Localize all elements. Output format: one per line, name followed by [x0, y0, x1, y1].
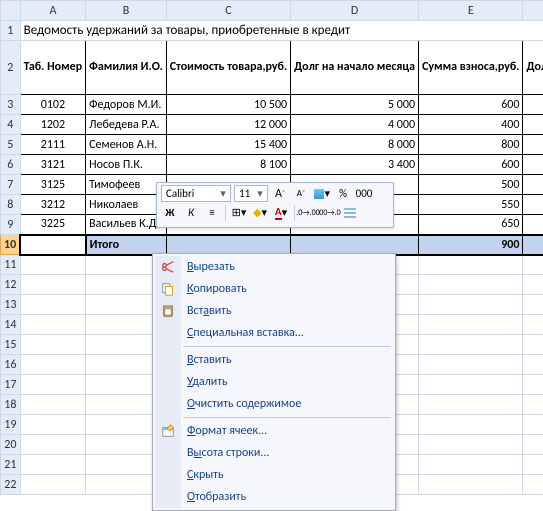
ctx-item-5[interactable]: Вставить — [155, 349, 393, 371]
bold-button[interactable]: Ж — [161, 204, 179, 221]
row-header-11[interactable]: 11 — [1, 255, 21, 275]
ctx-item-0[interactable]: Вырезать — [155, 256, 393, 278]
th-cost[interactable]: Стоимость товара,руб. — [166, 41, 290, 95]
title-cell[interactable]: Ведомость удержаний за товары, приобрете… — [20, 21, 543, 41]
blank-icon — [160, 467, 176, 483]
ctx-item-9[interactable]: Формат ячеек... — [155, 420, 393, 442]
blank-icon — [160, 396, 176, 412]
row-header-14[interactable]: 14 — [1, 315, 21, 335]
row-header-3[interactable]: 3 — [1, 95, 21, 115]
row-header-15[interactable]: 15 — [1, 335, 21, 355]
ctx-label: Вырезать — [187, 260, 235, 274]
ctx-label: Отобразить — [187, 490, 246, 504]
ctx-label: Скрыть — [187, 468, 224, 482]
select-all-corner[interactable] — [1, 1, 21, 21]
total-end[interactable]: 103 250 — [523, 235, 543, 255]
row-header-21[interactable]: 21 — [1, 455, 21, 475]
ctx-label: Вставить — [187, 304, 232, 318]
mini-toolbar: Calibri ▾ 11 ▾ Aˆ Aˇ ▾ % 000 Ж К ≡ ⊞▾ ◆▾… — [156, 182, 394, 228]
row-header-16[interactable]: 16 — [1, 355, 21, 375]
col-header-E[interactable]: E — [419, 1, 523, 21]
ctx-label: Копировать — [187, 282, 247, 296]
row-header-6[interactable]: 6 — [1, 155, 21, 175]
chevron-down-icon[interactable]: ▾ — [255, 187, 265, 200]
row-header-8[interactable]: 8 — [1, 195, 21, 215]
col-header-A[interactable]: A — [20, 1, 85, 21]
row-header-1[interactable]: 1 — [1, 21, 21, 41]
ctx-label: Вставить — [187, 353, 232, 367]
row-header-5[interactable]: 5 — [1, 135, 21, 155]
th-end[interactable]: Долг на конец месяца — [523, 41, 543, 95]
row-header-12[interactable]: 12 — [1, 275, 21, 295]
row-header-18[interactable]: 18 — [1, 395, 21, 415]
context-menu: Вырезать Копировать Вставить Специальная вс… — [152, 253, 396, 511]
blank-icon — [160, 352, 176, 368]
th-pay[interactable]: Сумма взноса,руб. — [419, 41, 523, 95]
ctx-item-2[interactable]: Вставить — [155, 300, 393, 322]
align-center-button[interactable]: ≡ — [203, 204, 221, 221]
th-name[interactable]: Фамилия И.О. — [86, 41, 167, 95]
paste-icon — [160, 303, 176, 319]
th-num[interactable]: Таб. Номер — [20, 41, 85, 95]
chevron-down-icon[interactable]: ▾ — [218, 187, 228, 200]
cut-icon — [160, 259, 176, 275]
decrease-decimal-button[interactable]: .00→.0 — [320, 204, 338, 221]
row-header-13[interactable]: 13 — [1, 295, 21, 315]
col-header-C[interactable]: C — [166, 1, 290, 21]
col-header-F[interactable]: F — [523, 1, 543, 21]
copy-icon — [160, 281, 176, 297]
row-header-9[interactable]: 9 — [1, 215, 21, 235]
italic-button[interactable]: К — [182, 204, 200, 221]
font-size-combo[interactable]: 11 ▾ — [234, 185, 268, 202]
font-combo[interactable]: Calibri ▾ — [161, 185, 231, 202]
format-icon — [160, 423, 176, 439]
row-header-22[interactable]: 22 — [1, 475, 21, 495]
row-header-17[interactable]: 17 — [1, 375, 21, 395]
fill-color-button[interactable]: ◆▾ — [251, 204, 269, 221]
blank-icon — [160, 489, 176, 505]
blank-icon — [160, 445, 176, 461]
ctx-label: Удалить — [187, 375, 228, 389]
borders-button[interactable]: ⊞▾ — [230, 204, 248, 221]
blank-icon — [160, 325, 176, 341]
format-table-button[interactable] — [341, 204, 359, 221]
ctx-item-6[interactable]: Удалить — [155, 371, 393, 393]
ctx-label: Высота строки... — [187, 446, 269, 460]
ctx-label: Формат ячеек... — [187, 424, 267, 438]
row-header-2[interactable]: 2 — [1, 41, 21, 95]
ctx-item-1[interactable]: Копировать — [155, 278, 393, 300]
row-header-10[interactable]: 10 — [1, 235, 21, 255]
ctx-item-10[interactable]: Высота строки... — [155, 442, 393, 464]
col-header-B[interactable]: B — [86, 1, 167, 21]
blank-icon — [160, 374, 176, 390]
percent-button[interactable]: % — [334, 185, 352, 202]
increase-decimal-button[interactable]: .0→.00 — [299, 204, 317, 221]
row-header-4[interactable]: 4 — [1, 115, 21, 135]
row-header-7[interactable]: 7 — [1, 175, 21, 195]
ctx-label: Очистить содержимое — [187, 397, 301, 411]
total-label[interactable]: Итого — [86, 235, 167, 255]
comma-style-button[interactable]: 000 — [355, 185, 373, 202]
ctx-item-11[interactable]: Скрыть — [155, 464, 393, 486]
col-header-D[interactable]: D — [291, 1, 419, 21]
font-color-button[interactable]: A▾ — [272, 204, 290, 221]
cell-styles-button[interactable]: ▾ — [313, 185, 331, 202]
font-size: 11 — [237, 187, 255, 200]
font-name: Calibri — [164, 187, 218, 200]
th-start[interactable]: Долг на начало месяца — [291, 41, 419, 95]
ctx-item-12[interactable]: Отобразить — [155, 486, 393, 508]
ctx-item-7[interactable]: Очистить содержимое — [155, 393, 393, 415]
row-header-20[interactable]: 20 — [1, 435, 21, 455]
ctx-label: Специальная вставка... — [187, 326, 304, 340]
ctx-item-3[interactable]: Специальная вставка... — [155, 322, 393, 344]
grow-font-button[interactable]: Aˆ — [271, 185, 289, 202]
shrink-font-button[interactable]: Aˇ — [292, 185, 310, 202]
row-header-19[interactable]: 19 — [1, 415, 21, 435]
